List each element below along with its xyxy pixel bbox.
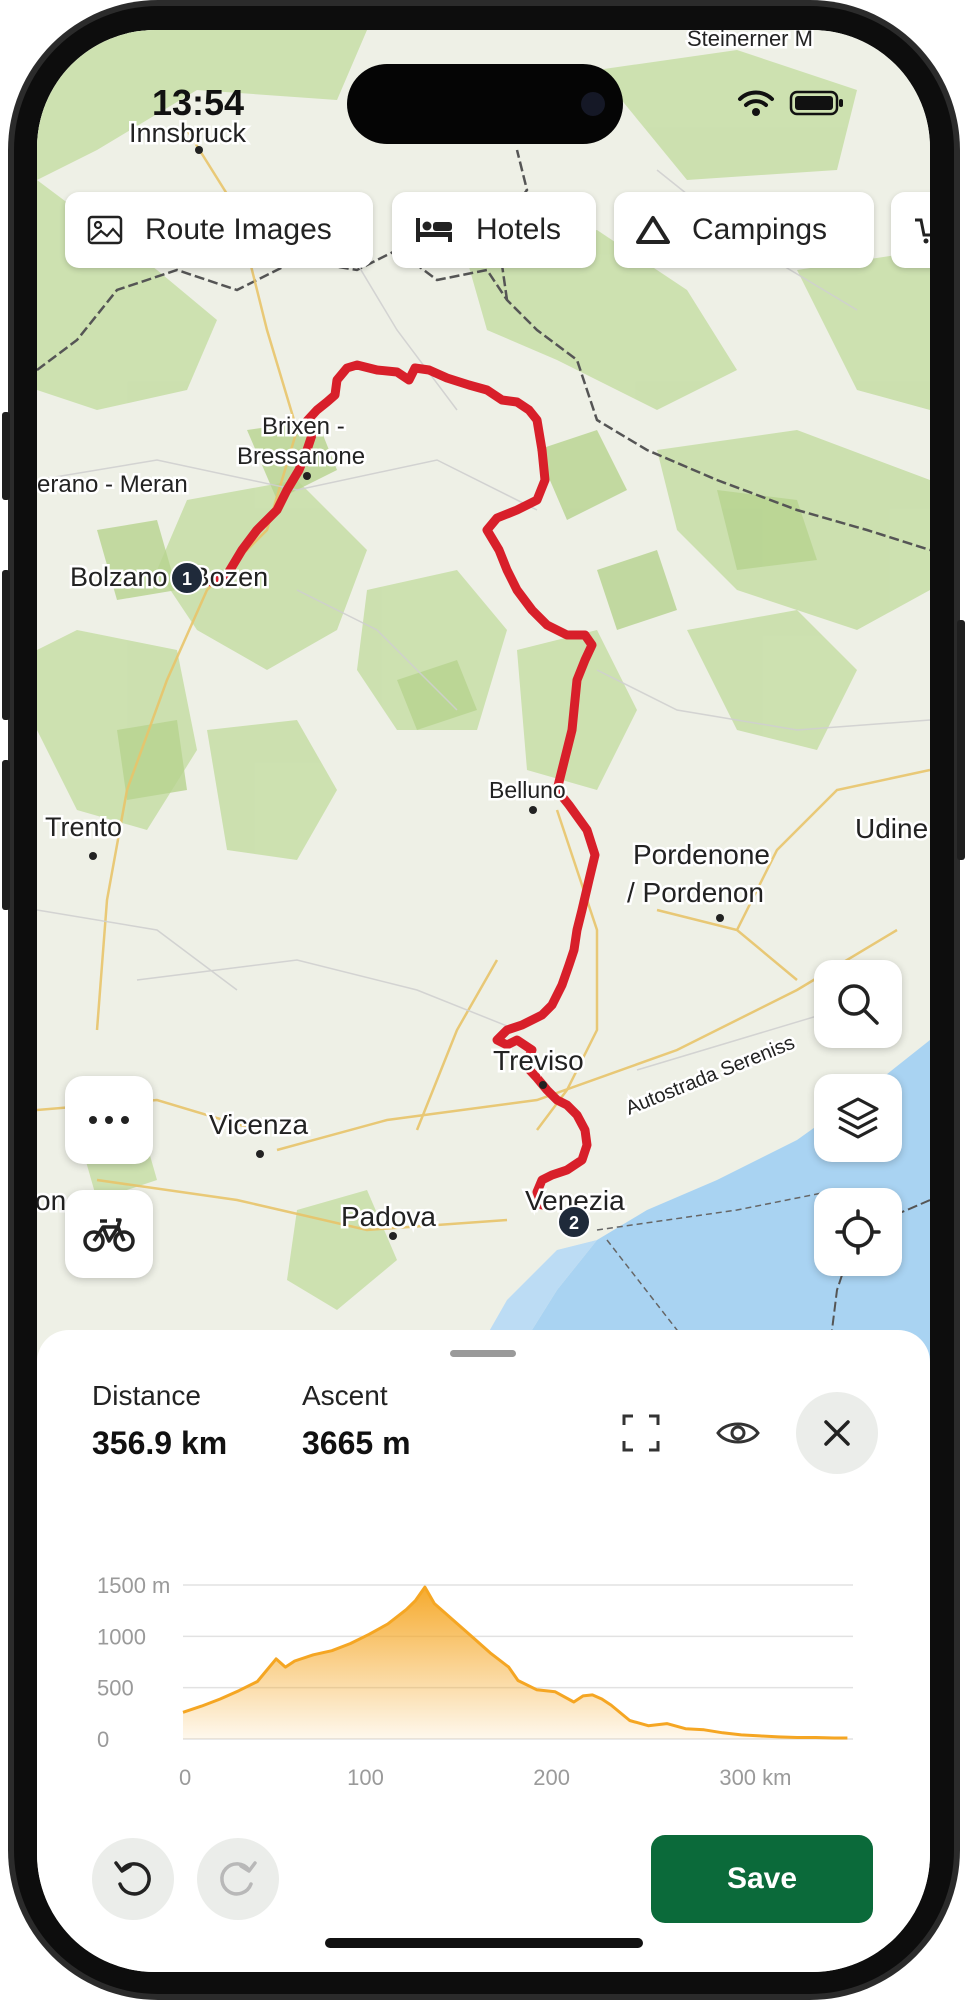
place-brixen: Brixen - <box>262 413 345 440</box>
elevation-profile-chart[interactable]: 1500 m 1000 500 0 0 100 200 300 km <box>37 1555 930 1815</box>
app-screen: Steinerner M Innsbruck Brixen - Bressano… <box>37 30 930 1972</box>
x-tick-label: 300 km <box>719 1765 791 1790</box>
visibility-button[interactable] <box>697 1392 779 1474</box>
more-icon <box>89 1116 129 1124</box>
place-udine: Udine <box>855 813 928 844</box>
bed-icon <box>414 216 454 244</box>
chip-label: Hotels <box>476 213 562 246</box>
close-button[interactable] <box>796 1392 878 1474</box>
wifi-icon <box>738 90 774 116</box>
locate-me-button[interactable] <box>814 1188 902 1276</box>
close-icon <box>824 1420 850 1446</box>
route-end-marker[interactable]: 2 <box>557 1205 591 1239</box>
place-belluno: Belluno <box>489 777 566 803</box>
place-bressanone: Bressanone <box>237 443 365 470</box>
save-button[interactable]: Save <box>651 1835 873 1923</box>
routing-profile-button[interactable] <box>65 1190 153 1278</box>
chip-label: Campings <box>692 213 828 246</box>
redo-icon <box>220 1861 257 1896</box>
undo-icon <box>114 1861 151 1896</box>
distance-label: Distance <box>92 1380 201 1411</box>
chip-hotels[interactable]: Hotels <box>392 192 596 268</box>
x-tick-label: 100 <box>347 1765 384 1790</box>
fullscreen-icon <box>622 1414 660 1452</box>
redo-button[interactable] <box>197 1838 279 1920</box>
chip-more-partial[interactable] <box>891 192 930 268</box>
svg-text:1: 1 <box>182 569 192 589</box>
map-layers-button[interactable] <box>814 1074 902 1162</box>
svg-text:2: 2 <box>569 1213 579 1233</box>
place-pordenone-2: / Pordenon <box>627 877 764 908</box>
action-button <box>2 412 10 500</box>
chip-label: Route Images <box>145 213 332 246</box>
distance-value: 356.9 km <box>92 1425 228 1461</box>
bicycle-icon <box>83 1218 135 1252</box>
tent-icon <box>636 215 670 245</box>
search-icon <box>838 984 879 1025</box>
place-merano: erano - Meran <box>37 471 188 498</box>
image-icon <box>87 215 123 245</box>
cart-icon <box>913 215 930 245</box>
power-button <box>957 620 965 860</box>
volume-up-button <box>2 570 10 720</box>
fullscreen-button[interactable] <box>600 1392 682 1474</box>
place-treviso: Treviso <box>493 1045 584 1076</box>
place-pordenone: Pordenone <box>633 839 770 870</box>
place-padova: Padova <box>341 1201 436 1232</box>
route-details-sheet: Distance 356.9 km Ascent 3665 m 1500 m 1… <box>37 1330 930 1972</box>
x-tick-label: 0 <box>179 1765 191 1790</box>
place-bolzano: Bolzano - Bozen <box>70 562 268 592</box>
y-tick-label: 1000 <box>97 1624 146 1649</box>
front-camera <box>581 92 605 116</box>
route-start-marker[interactable]: 1 <box>170 561 204 595</box>
chip-route-images[interactable]: Route Images <box>65 192 373 268</box>
volume-down-button <box>2 760 10 910</box>
layers-icon <box>837 1097 879 1139</box>
undo-button[interactable] <box>92 1838 174 1920</box>
x-tick-label: 200 <box>533 1765 570 1790</box>
sheet-drag-handle[interactable] <box>450 1350 516 1357</box>
ascent-value: 3665 m <box>302 1425 411 1461</box>
y-tick-label: 500 <box>97 1676 134 1701</box>
y-tick-label: 0 <box>97 1727 109 1752</box>
place-verona-partial: on <box>37 1185 66 1216</box>
place-trento: Trento <box>45 812 122 842</box>
eye-icon <box>716 1422 760 1444</box>
battery-icon <box>789 90 843 116</box>
y-tick-label: 1500 m <box>97 1573 170 1598</box>
more-options-button[interactable] <box>65 1076 153 1164</box>
place-steinerner: Steinerner M <box>687 30 813 51</box>
status-time: 13:54 <box>152 82 245 123</box>
place-vicenza: Vicenza <box>209 1109 309 1140</box>
chip-campings[interactable]: Campings <box>614 192 874 268</box>
search-button[interactable] <box>814 960 902 1048</box>
ascent-label: Ascent <box>302 1380 388 1411</box>
home-indicator[interactable] <box>325 1938 643 1948</box>
locate-icon <box>835 1209 881 1255</box>
